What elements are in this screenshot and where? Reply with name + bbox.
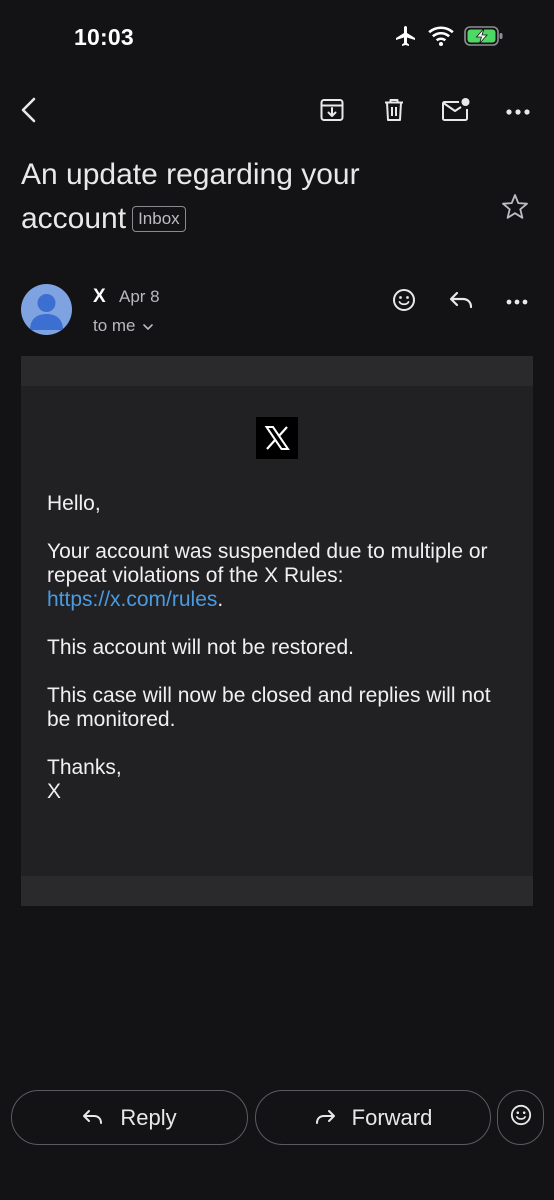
archive-button[interactable]: [310, 88, 354, 136]
reply-pill-button[interactable]: Reply: [11, 1090, 248, 1145]
back-arrow-icon: [19, 96, 39, 129]
bottom-action-bar: Reply Forward: [0, 1088, 554, 1148]
reply-icon: [82, 1105, 104, 1131]
x-logo-icon: [256, 417, 298, 459]
email-content: Hello, Your account was suspended due to…: [21, 386, 533, 876]
more-options-button[interactable]: [496, 88, 540, 136]
mark-unread-icon: [441, 97, 471, 128]
emoji-icon: [510, 1104, 532, 1131]
suspension-paragraph: Your account was suspended due to multip…: [47, 540, 517, 612]
greeting: Hello,: [47, 492, 101, 515]
closure-paragraph: This case will now be closed and replies…: [47, 684, 491, 731]
add-reaction-button[interactable]: [384, 282, 424, 322]
more-icon: [506, 103, 530, 121]
recipient-label: to me: [93, 316, 136, 335]
suspension-text: Your account was suspended due to multip…: [47, 540, 488, 587]
delete-button[interactable]: [372, 88, 416, 136]
link-suffix: .: [217, 588, 224, 611]
chevron-down-icon: [142, 316, 154, 336]
status-time: 10:03: [74, 24, 134, 50]
forward-pill-button[interactable]: Forward: [255, 1090, 491, 1145]
email-body-card: Hello, Your account was suspended due to…: [21, 356, 533, 906]
avatar[interactable]: [21, 284, 72, 335]
star-icon: [498, 194, 532, 228]
email-message: Hello, Your account was suspended due to…: [47, 492, 517, 804]
email-toolbar: [0, 88, 554, 136]
email-date: Apr 8: [119, 287, 160, 306]
restoration-paragraph: This account will not be restored.: [47, 636, 354, 659]
recipient-toggle[interactable]: to me: [93, 316, 154, 336]
subject-text: An update regarding your account: [21, 158, 360, 235]
sender-row: X Apr 8 to me: [0, 280, 554, 340]
wifi-icon: [428, 26, 454, 51]
inbox-label-badge[interactable]: Inbox: [132, 206, 186, 232]
airplane-icon: [394, 24, 418, 53]
status-bar: 10:03: [0, 0, 554, 70]
reply-label: Reply: [120, 1104, 177, 1130]
signature: X: [47, 780, 62, 803]
battery-charging-icon: [464, 25, 504, 52]
status-icons: [394, 24, 504, 53]
person-icon: [30, 294, 63, 330]
mark-unread-button[interactable]: [434, 88, 478, 136]
forward-icon: [314, 1105, 336, 1131]
react-emoji-button[interactable]: [497, 1090, 544, 1145]
star-button[interactable]: [498, 190, 532, 224]
message-more-button[interactable]: [497, 282, 537, 322]
back-button[interactable]: [7, 88, 51, 136]
emoji-icon: [392, 288, 416, 317]
rules-link[interactable]: https://x.com/rules: [47, 588, 217, 611]
forward-label: Forward: [351, 1104, 433, 1130]
archive-icon: [319, 97, 345, 128]
email-subject: An update regarding your account Inbox: [21, 153, 461, 241]
more-icon: [506, 293, 528, 311]
reply-icon: [448, 290, 474, 315]
signoff: Thanks,: [47, 756, 122, 779]
delete-icon: [382, 97, 406, 128]
reply-button[interactable]: [441, 282, 481, 322]
sender-name[interactable]: X: [93, 286, 106, 308]
